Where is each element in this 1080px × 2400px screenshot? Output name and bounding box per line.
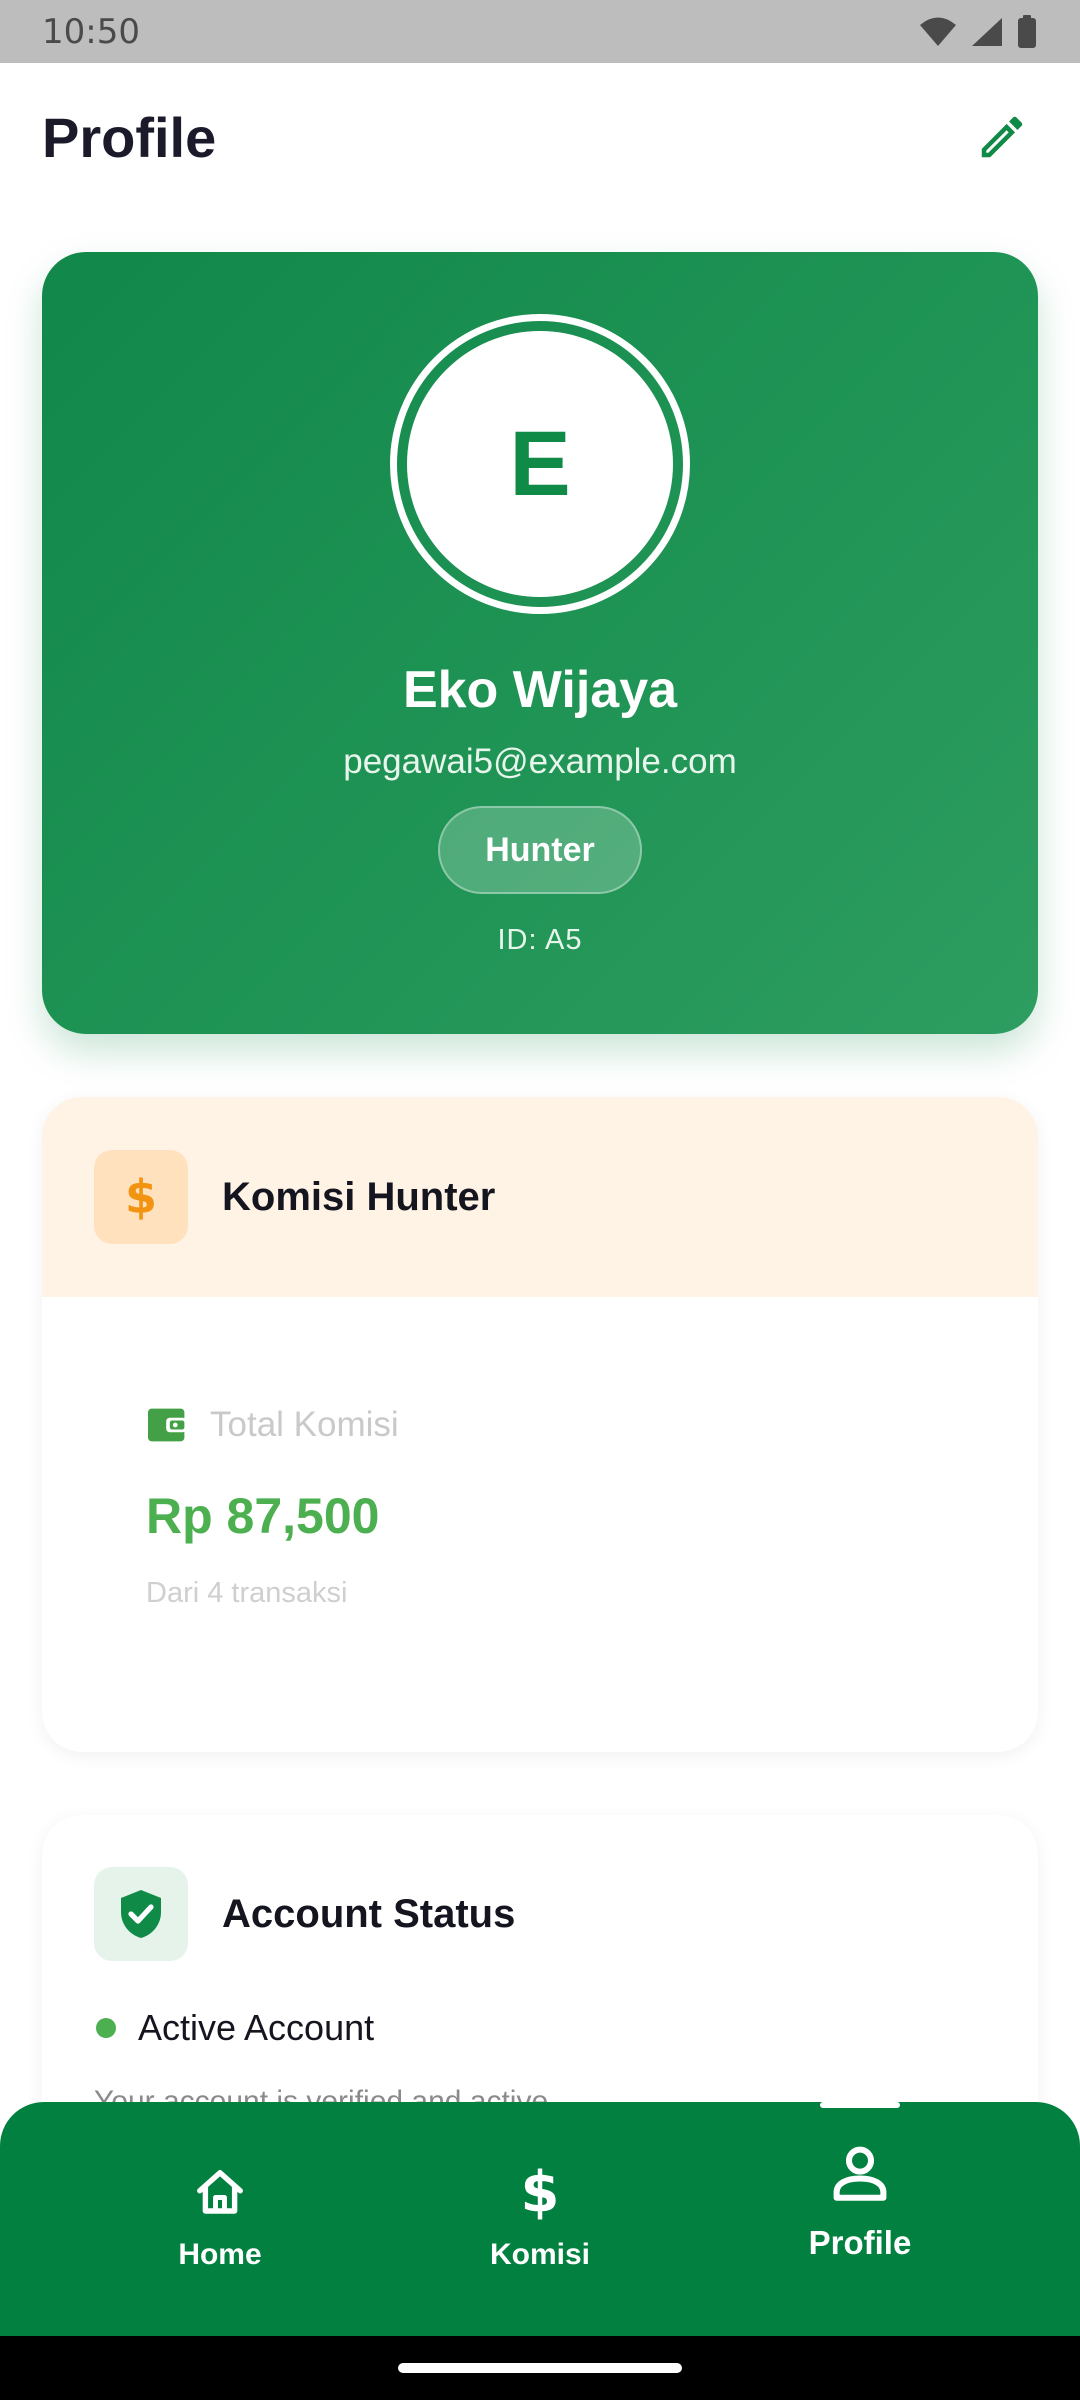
account-status-header: Account Status	[94, 1867, 1038, 1961]
system-gesture-area	[0, 2336, 1080, 2400]
home-gesture-handle[interactable]	[398, 2363, 682, 2373]
role-badge: Hunter	[438, 806, 642, 894]
commission-icon-tile: $	[94, 1150, 188, 1244]
wallet-icon	[148, 1408, 187, 1442]
battery-icon	[1018, 14, 1036, 48]
account-status-icon-tile	[94, 1867, 188, 1961]
signal-icon	[972, 17, 1002, 46]
total-commission-row: Total Komisi	[146, 1405, 1038, 1445]
total-commission-label: Total Komisi	[210, 1405, 399, 1444]
status-icons	[918, 14, 1038, 49]
wifi-icon	[920, 17, 956, 46]
app-bar: Profile	[0, 63, 1080, 211]
nav-item-komisi[interactable]: $ Komisi	[390, 2102, 690, 2336]
status-time: 10:50	[42, 11, 140, 52]
account-status-title: Account Status	[222, 1891, 516, 1936]
nav-item-profile[interactable]: Profile	[710, 2102, 1010, 2336]
commission-title: Komisi Hunter	[222, 1174, 496, 1219]
nav-label-home: Home	[178, 2238, 262, 2271]
transaction-count: Dari 4 transaksi	[146, 1577, 348, 1609]
commission-header: $ Komisi Hunter	[42, 1097, 1038, 1297]
active-account-label: Active Account	[138, 2007, 375, 2048]
bottom-navigation: Home $ Komisi Profile	[0, 2102, 1080, 2336]
home-icon	[197, 2170, 243, 2214]
page-title: Profile	[42, 105, 217, 169]
avatar: E	[407, 331, 673, 597]
profile-name: Eko Wijaya	[402, 661, 678, 719]
avatar-ring: E	[390, 314, 690, 614]
commission-card: $ Komisi Hunter Total Komisi Rp 87,500 D…	[42, 1097, 1038, 1752]
status-bar: 10:50	[0, 0, 1080, 63]
profile-email: pegawai5@example.com	[343, 742, 737, 781]
nav-active-indicator	[820, 2102, 900, 2108]
nav-label-profile: Profile	[808, 2224, 912, 2261]
nav-label-komisi: Komisi	[489, 2238, 591, 2271]
total-commission-amount: Rp 87,500	[146, 1488, 380, 1544]
profile-id: ID: A5	[497, 924, 583, 956]
profile-card: E Eko Wijaya pegawai5@example.com Hunter…	[42, 252, 1038, 1034]
person-icon	[833, 2146, 887, 2201]
active-account-row: Active Account	[96, 2007, 1038, 2049]
active-status-dot	[96, 2018, 116, 2038]
profile-screen: 10:50 Profile E Eko Wijaya pegawai5@exam…	[0, 0, 1080, 2400]
pencil-icon	[981, 116, 1023, 158]
shield-check-icon	[121, 1890, 161, 1938]
dollar-icon: $	[124, 1170, 157, 1224]
nav-item-home[interactable]: Home	[70, 2102, 370, 2336]
dollar-icon: $	[520, 2160, 560, 2225]
edit-profile-button[interactable]	[966, 101, 1038, 173]
commission-body: Total Komisi Rp 87,500 Dari 4 transaksi	[42, 1297, 1038, 1610]
